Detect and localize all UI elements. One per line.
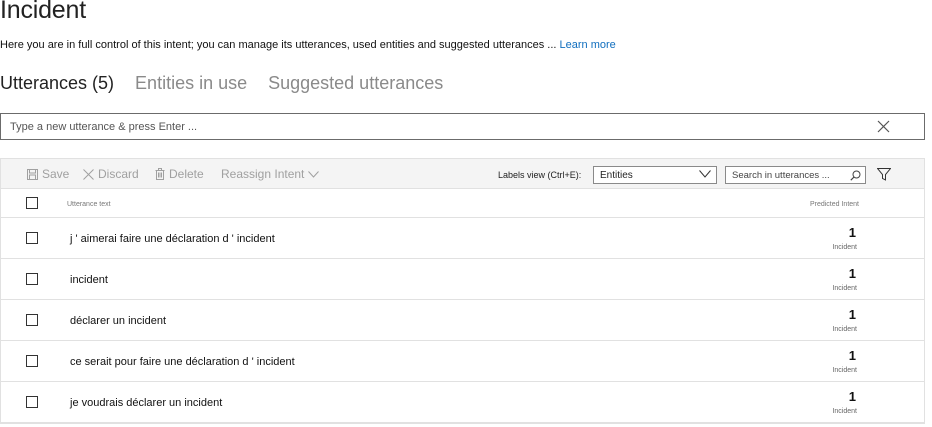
chevron-down-icon	[308, 170, 320, 178]
table-row[interactable]: je voudrais déclarer un incident 1 Incid…	[1, 382, 924, 423]
intent-score: 1	[848, 307, 856, 322]
row-checkbox[interactable]	[26, 273, 38, 285]
search-icon[interactable]	[850, 170, 861, 181]
learn-more-link[interactable]: Learn more	[560, 39, 616, 51]
row-checkbox[interactable]	[26, 396, 38, 408]
table-row[interactable]: incident 1 Incident	[1, 259, 924, 300]
intent-score: 1	[848, 225, 856, 240]
delete-button[interactable]: Delete	[155, 167, 204, 181]
table-row[interactable]: ce serait pour faire une déclaration d '…	[1, 341, 924, 382]
page-title: Incident	[0, 0, 86, 24]
table-row[interactable]: déclarer un incident 1 Incident	[1, 300, 924, 341]
predicted-intent-label[interactable]: Incident	[832, 244, 857, 251]
save-label: Save	[42, 167, 70, 181]
predicted-intent-label[interactable]: Incident	[832, 367, 857, 374]
intent-score: 1	[848, 266, 856, 281]
save-button[interactable]: Save	[27, 167, 69, 181]
utterance-text[interactable]: déclarer un incident	[70, 315, 166, 327]
labels-view-selected: Entities	[600, 170, 633, 181]
predicted-intent-label[interactable]: Incident	[832, 408, 857, 415]
search-box	[725, 166, 866, 184]
discard-button[interactable]: Discard	[83, 167, 139, 181]
row-checkbox[interactable]	[26, 355, 38, 367]
tab-suggested-utterances[interactable]: Suggested utterances	[268, 73, 443, 94]
delete-label: Delete	[169, 167, 204, 181]
predicted-intent-label[interactable]: Incident	[832, 285, 857, 292]
labels-view-select[interactable]: Entities	[593, 166, 717, 184]
table-header: Utterance text Predicted Intent	[1, 190, 924, 218]
tab-entities-in-use[interactable]: Entities in use	[135, 73, 247, 94]
page-description: Here you are in full control of this int…	[0, 39, 616, 51]
save-icon	[27, 168, 38, 180]
labels-view-label: Labels view (Ctrl+E):	[498, 170, 582, 180]
utterance-text[interactable]: incident	[70, 274, 108, 286]
search-input[interactable]	[726, 167, 846, 183]
column-header-utterance-text: Utterance text	[67, 201, 111, 208]
intent-score: 1	[848, 389, 856, 404]
discard-label: Discard	[98, 167, 139, 181]
toolbar: Save Discard Delete Reassign Intent Labe…	[1, 159, 924, 189]
delete-icon	[155, 168, 165, 180]
row-checkbox[interactable]	[26, 232, 38, 244]
tab-bar: Utterances (5) Entities in use Suggested…	[0, 73, 443, 94]
reassign-intent-label: Reassign Intent	[221, 167, 305, 181]
utterance-text[interactable]: ce serait pour faire une déclaration d '…	[70, 356, 295, 368]
utterance-text[interactable]: je voudrais déclarer un incident	[70, 397, 222, 409]
discard-icon	[83, 168, 94, 180]
chevron-down-icon	[699, 170, 711, 178]
utterance-input-box	[0, 113, 925, 140]
predicted-intent-label[interactable]: Incident	[832, 326, 857, 333]
column-header-predicted-intent: Predicted Intent	[809, 201, 859, 208]
select-all-checkbox[interactable]	[26, 197, 38, 209]
close-icon[interactable]	[877, 120, 890, 133]
utterance-text[interactable]: j ' aimerai faire une déclaration d ' in…	[70, 233, 275, 245]
row-checkbox[interactable]	[26, 314, 38, 326]
reassign-intent-button[interactable]: Reassign Intent	[221, 167, 320, 181]
table-row[interactable]: j ' aimerai faire une déclaration d ' in…	[1, 218, 924, 259]
tab-utterances[interactable]: Utterances (5)	[0, 73, 114, 94]
filter-icon[interactable]	[877, 168, 891, 181]
intent-score: 1	[848, 348, 856, 363]
description-text: Here you are in full control of this int…	[0, 39, 560, 51]
utterance-input[interactable]	[1, 114, 861, 139]
utterances-panel: Save Discard Delete Reassign Intent Labe…	[0, 158, 925, 424]
